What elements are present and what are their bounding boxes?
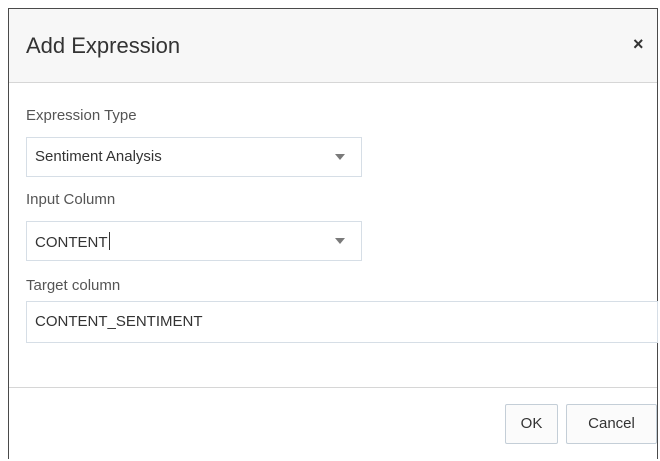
cancel-button[interactable]: Cancel xyxy=(566,404,657,444)
input-column-select[interactable]: CONTENT xyxy=(26,221,362,261)
dialog-title: Add Expression xyxy=(26,33,181,58)
target-column-value: CONTENT_SENTIMENT xyxy=(35,313,203,330)
expression-type-value: Sentiment Analysis xyxy=(35,148,162,165)
add-expression-dialog: Add Expression × Expression Type Sentime… xyxy=(8,8,658,460)
input-column-label: Input Column xyxy=(26,191,116,208)
chevron-down-icon xyxy=(335,154,345,160)
dialog-footer: OK Cancel xyxy=(9,387,657,460)
close-icon[interactable]: × xyxy=(633,35,644,53)
input-column-value: CONTENT xyxy=(35,234,108,251)
text-cursor xyxy=(108,232,110,250)
dialog-header: Add Expression × xyxy=(9,9,657,83)
chevron-down-icon xyxy=(335,238,345,244)
expression-type-label: Expression Type xyxy=(26,107,137,124)
target-column-input[interactable]: CONTENT_SENTIMENT xyxy=(26,301,658,343)
ok-button[interactable]: OK xyxy=(505,404,558,444)
target-column-label: Target column xyxy=(26,277,121,294)
input-column-value-wrap: CONTENT xyxy=(35,232,110,251)
expression-type-select[interactable]: Sentiment Analysis xyxy=(26,137,362,177)
dialog-body: Expression Type Sentiment Analysis Input… xyxy=(9,83,658,387)
